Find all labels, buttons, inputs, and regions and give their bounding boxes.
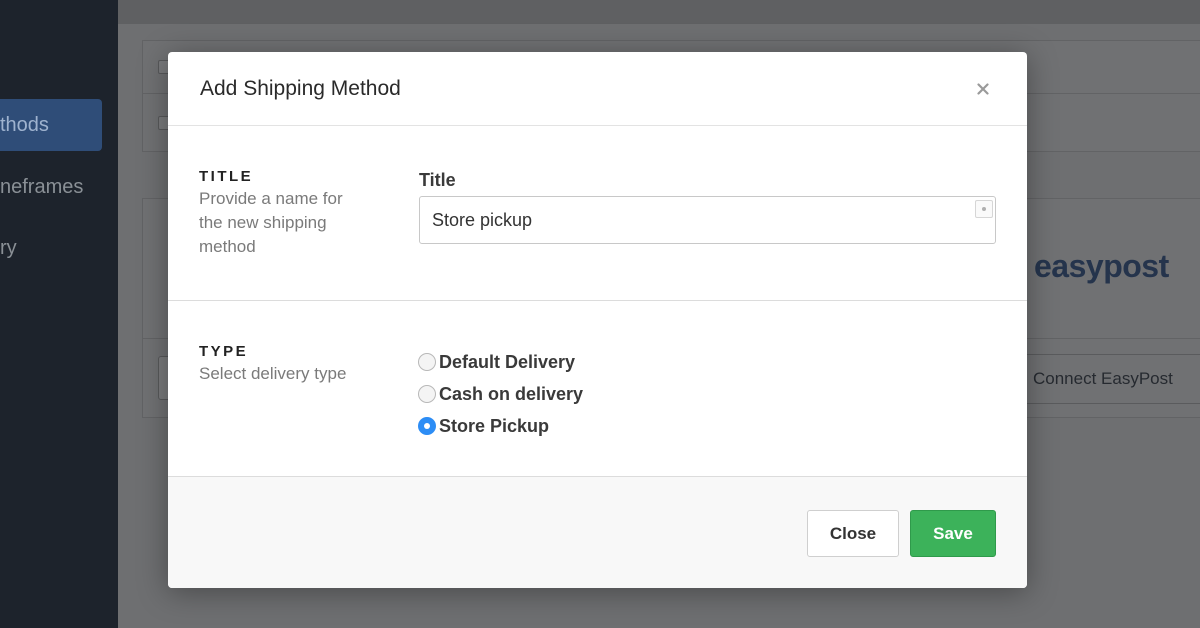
close-icon[interactable]	[971, 77, 995, 101]
radio-label: Store Pickup	[439, 415, 550, 436]
radio-label: Cash on delivery	[439, 383, 584, 404]
radio-label: Default Delivery	[439, 351, 576, 372]
section-description: Select delivery type	[199, 364, 347, 383]
type-section: TYPE Select delivery type Default Delive…	[168, 301, 1027, 477]
sidebar-item-delivery[interactable]: ry	[0, 222, 102, 274]
input-autofill-icon[interactable]	[975, 200, 993, 218]
sidebar-item-timeframes[interactable]: neframes	[0, 161, 102, 213]
sidebar-item-methods[interactable]: thods	[0, 99, 102, 151]
easypost-logo: easypost	[1034, 248, 1169, 284]
delivery-type-radio-group: Default Delivery Cash on delivery Store …	[418, 346, 583, 442]
radio-option-cash-on-delivery[interactable]: Cash on delivery	[418, 378, 583, 410]
modal-title: Add Shipping Method	[200, 76, 401, 100]
section-description: Provide a name for the new shipping meth…	[199, 189, 343, 256]
close-button[interactable]: Close	[807, 510, 899, 557]
title-section-info: TITLE Provide a name for the new shippin…	[199, 168, 369, 259]
connect-easypost-button[interactable]: Connect EasyPost	[1010, 354, 1200, 404]
radio-button[interactable]	[418, 353, 436, 371]
radio-option-default-delivery[interactable]: Default Delivery	[418, 346, 583, 378]
title-section: TITLE Provide a name for the new shippin…	[168, 126, 1027, 301]
sidebar-item-label: neframes	[0, 175, 84, 198]
section-heading: TITLE	[199, 168, 254, 185]
radio-button-selected[interactable]	[418, 417, 436, 435]
top-bar	[118, 0, 1200, 24]
section-heading: TYPE	[199, 343, 249, 360]
sidebar-item-label: ry	[0, 236, 17, 259]
title-input[interactable]	[419, 196, 996, 244]
sidebar: thods neframes ry	[0, 0, 118, 628]
save-button[interactable]: Save	[910, 510, 996, 557]
modal-header: Add Shipping Method	[168, 52, 1027, 126]
title-field-label: Title	[419, 170, 456, 190]
sidebar-item-label: thods	[0, 113, 49, 136]
modal-footer: Close Save	[168, 477, 1027, 588]
radio-button[interactable]	[418, 385, 436, 403]
type-section-info: TYPE Select delivery type	[199, 343, 369, 386]
radio-option-store-pickup[interactable]: Store Pickup	[418, 410, 583, 442]
add-shipping-method-modal: Add Shipping Method TITLE Provide a name…	[168, 52, 1027, 588]
